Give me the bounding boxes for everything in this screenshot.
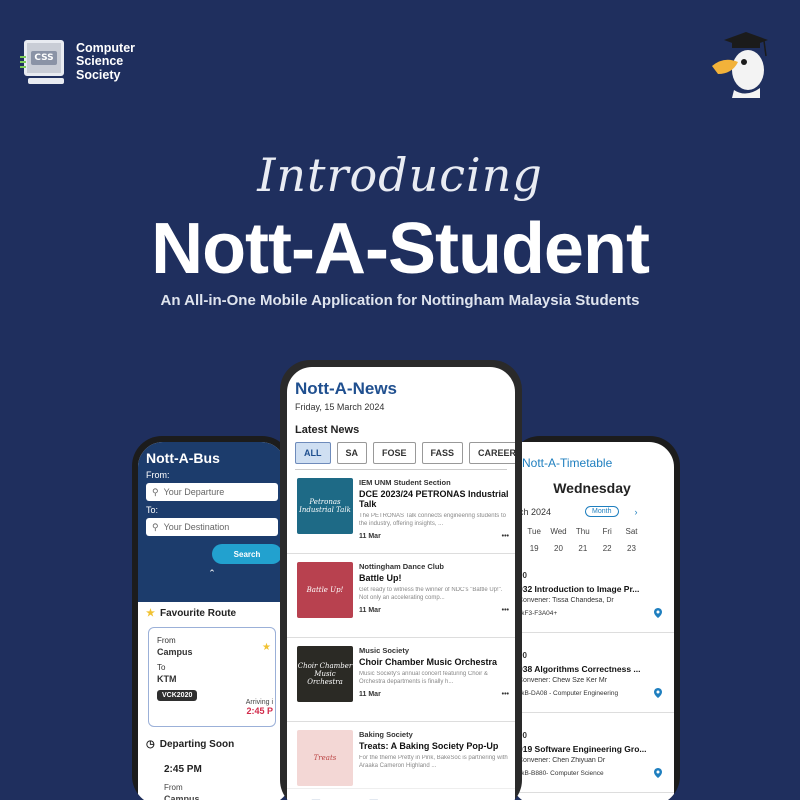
bus-search-panel: Nott-A-Bus From: ⚲ Your Departure To: ⚲ … bbox=[138, 442, 286, 602]
to-label: To: bbox=[146, 505, 159, 515]
departure-from-label: From bbox=[164, 783, 183, 792]
society-logo: CSS Computer Science Society bbox=[20, 38, 146, 86]
news-thumbnail: Battle Up! bbox=[297, 562, 353, 618]
timetable-phone: Nott-A-Timetable Wednesday rch 2024 Mont… bbox=[510, 436, 680, 800]
news-description: The PETRONAS Talk connects engineering s… bbox=[359, 512, 506, 527]
category-tabs: ALL SA FOSE FASS CAREER bbox=[287, 436, 515, 464]
goose-mascot-icon bbox=[712, 32, 768, 98]
room: ckF3-F3A04+ bbox=[518, 610, 558, 617]
slot-time: 00 bbox=[518, 731, 527, 740]
module-name: 038 Algorithms Correctness ... bbox=[518, 664, 641, 674]
news-phone: Nott-A-News Friday, 15 March 2024 Latest… bbox=[280, 360, 522, 800]
tab-sa[interactable]: SA bbox=[336, 442, 368, 464]
news-date: 11 Mar bbox=[359, 532, 381, 540]
latest-news-heading: Latest News bbox=[295, 424, 360, 436]
logo-badge: CSS bbox=[31, 51, 57, 65]
location-pin-icon[interactable] bbox=[654, 608, 662, 618]
room: ckB-DA08 - Computer Engineering bbox=[518, 690, 619, 697]
date-cell[interactable]: 22 bbox=[595, 544, 619, 553]
more-horizontal-icon[interactable]: ••• bbox=[502, 691, 509, 698]
date-cell[interactable]: 23 bbox=[619, 544, 643, 553]
news-app-title: Nott-A-News bbox=[295, 379, 397, 398]
departure-time: 2:45 PM bbox=[164, 764, 202, 775]
destination-input[interactable]: ⚲ Your Destination bbox=[146, 518, 278, 536]
slot-time: 00 bbox=[518, 571, 527, 580]
convener: Convener: Tissa Chandesa, Dr bbox=[518, 597, 614, 604]
date-cell[interactable]: 21 bbox=[571, 544, 595, 553]
news-date: 11 Mar bbox=[359, 606, 381, 614]
search-icon: ⚲ bbox=[152, 521, 159, 532]
news-date: 11 Mar bbox=[359, 690, 381, 698]
computer-logo-icon: CSS bbox=[20, 38, 68, 86]
news-date: Friday, 15 March 2024 bbox=[295, 402, 385, 412]
news-item[interactable]: Petronas Industrial Talk IEM UNM Student … bbox=[287, 470, 515, 554]
location-pin-icon[interactable] bbox=[654, 688, 662, 698]
search-button[interactable]: Search bbox=[212, 544, 282, 564]
app-subtitle: An All-in-One Mobile Application for Not… bbox=[160, 292, 640, 309]
tab-all[interactable]: ALL bbox=[295, 442, 331, 464]
news-headline: Choir Chamber Music Orchestra bbox=[359, 657, 498, 667]
current-day: Wednesday bbox=[553, 480, 631, 496]
timetable-slot[interactable]: 00 032 Introduction to Image Pr... Convene… bbox=[510, 553, 674, 633]
search-icon: ⚲ bbox=[152, 486, 159, 497]
date-cell[interactable]: 20 bbox=[546, 544, 570, 553]
convener: Convener: Chen Zhiyuan Dr bbox=[518, 757, 606, 764]
departure-input[interactable]: ⚲ Your Departure bbox=[146, 483, 278, 501]
module-name: 032 Introduction to Image Pr... bbox=[518, 584, 640, 594]
news-headline: DCE 2023/24 PETRONAS Industrial Talk bbox=[359, 489, 509, 509]
more-horizontal-icon[interactable]: ••• bbox=[502, 533, 509, 540]
news-organizer: Baking Society bbox=[359, 730, 413, 739]
timetable-slot[interactable]: 00 019 Software Engineering Gro... Convene… bbox=[510, 713, 674, 793]
favourite-route-card[interactable]: From Campus To KTM VCK2020 ★ Arriving i … bbox=[148, 627, 276, 727]
date-cell[interactable]: 19 bbox=[522, 544, 546, 553]
tab-career[interactable]: CAREER bbox=[469, 442, 515, 464]
news-item[interactable]: Choir Chamber Music Orchestra Music Socie… bbox=[287, 638, 515, 722]
slot-time: 00 bbox=[518, 651, 527, 660]
intro-script: Introducing bbox=[257, 148, 543, 202]
news-description: Music Society's annual concert featuring… bbox=[359, 670, 488, 685]
news-description: Get ready to witness the winner of NDC's… bbox=[359, 586, 503, 601]
news-item[interactable]: Battle Up! Nottingham Dance Club Battle Up… bbox=[287, 554, 515, 638]
room: ckB-B880- Computer Science bbox=[518, 770, 604, 777]
bus-phone: Nott-A-Bus From: ⚲ Your Departure To: ⚲ … bbox=[132, 436, 292, 800]
chevron-right-icon[interactable]: › bbox=[635, 507, 638, 517]
departure-from-value: Campus bbox=[164, 794, 200, 800]
news-organizer: Nottingham Dance Club bbox=[359, 562, 445, 571]
convener: Convener: Chew Sze Ker Mr bbox=[518, 677, 608, 684]
month-button[interactable]: Month bbox=[585, 506, 619, 517]
bus-code-badge: VCK2020 bbox=[157, 690, 198, 701]
from-label: From: bbox=[146, 470, 170, 480]
tab-fass[interactable]: FASS bbox=[421, 442, 464, 464]
society-name: Computer Science Society bbox=[76, 41, 136, 82]
location-pin-icon[interactable] bbox=[654, 768, 662, 778]
arrival-info: Arriving i 2:45 P bbox=[245, 699, 273, 716]
news-thumbnail: Treats bbox=[297, 730, 353, 786]
chevron-up-icon[interactable]: ⌃ bbox=[146, 568, 278, 579]
more-horizontal-icon[interactable]: ••• bbox=[502, 607, 509, 614]
news-organizer: Music Society bbox=[359, 646, 410, 655]
month-row: rch 2024 Month › bbox=[510, 496, 674, 517]
bottom-nav: ▦ ▣ ▲ ● bbox=[287, 788, 515, 800]
clock-icon: ◷ bbox=[146, 739, 155, 750]
news-description: For the theme Pretty in Pink, BakeSoc is… bbox=[359, 754, 508, 769]
timetable-app-title: Nott-A-Timetable bbox=[522, 456, 613, 470]
news-thumbnail: Choir Chamber Music Orchestra bbox=[297, 646, 353, 702]
star-icon: ★ bbox=[146, 608, 155, 619]
star-icon[interactable]: ★ bbox=[262, 642, 271, 653]
news-thumbnail: Petronas Industrial Talk bbox=[297, 478, 353, 534]
bus-app-title: Nott-A-Bus bbox=[146, 450, 220, 466]
tab-fose[interactable]: FOSE bbox=[373, 442, 416, 464]
favourite-route-header: ★ Favourite Route bbox=[146, 608, 237, 619]
news-organizer: IEM UNM Student Section bbox=[359, 478, 451, 487]
news-headline: Battle Up! bbox=[359, 573, 402, 583]
week-strip: Tue Wed Thu Fri Sat 19 20 21 22 23 bbox=[510, 517, 674, 553]
module-name: 019 Software Engineering Gro... bbox=[518, 744, 647, 754]
timetable-slot[interactable]: 00 038 Algorithms Correctness ... Convener… bbox=[510, 633, 674, 713]
departing-soon-header: ◷ Departing Soon bbox=[146, 739, 235, 750]
app-title: Nott-A-Student bbox=[151, 209, 650, 289]
news-headline: Treats: A Baking Society Pop-Up bbox=[359, 741, 499, 751]
